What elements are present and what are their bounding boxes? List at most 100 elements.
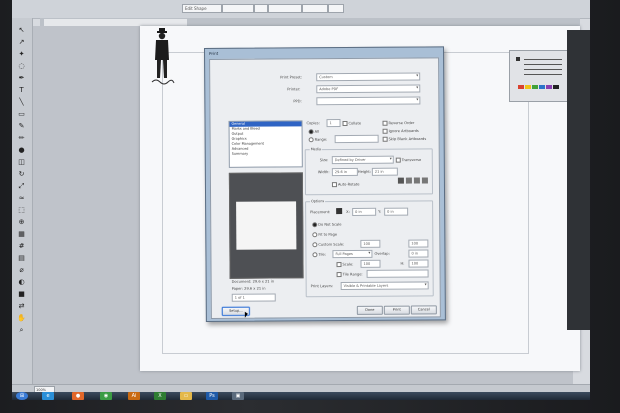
print-preset-select[interactable]: Custom <box>316 72 421 82</box>
tile-scale-input[interactable]: 100 <box>360 259 381 268</box>
options-field-6[interactable] <box>328 4 344 13</box>
file-explorer-icon[interactable]: ▭ <box>180 392 192 400</box>
tile-radio[interactable]: Tile: <box>312 252 326 258</box>
size-select[interactable]: Defined by Driver <box>331 155 394 165</box>
print-button[interactable]: Print <box>383 305 410 315</box>
fit-to-page-radio[interactable]: Fit to Page <box>312 232 337 238</box>
width-input[interactable]: 29.6 in <box>331 167 358 177</box>
dialog-body: Print Preset: Custom Printer: Adobe PDF … <box>209 57 441 319</box>
printer-select[interactable]: Adobe PDF <box>316 84 421 94</box>
do-not-scale-radio[interactable]: Do Not Scale <box>312 222 341 228</box>
taskbar: ⊞ e ● ◉ Ai X ▭ Ps ▣ <box>12 392 590 400</box>
custom-scale-h-input[interactable]: 100 <box>408 239 429 248</box>
blend-tool-icon[interactable]: ◐ <box>17 278 26 286</box>
preview-paper-size: Paper: 29.6 x 21 in <box>231 286 266 291</box>
document-tab[interactable] <box>44 19 187 26</box>
placement-grid-icon[interactable] <box>336 208 343 215</box>
tools-panel: ↖ ↗ ✦ ◌ ✒ T ╲ ▭ ✎ ✏ ● ◫ ↻ ⤢ ≈ ⬚ ⊕ ▦ # ▤ … <box>12 18 33 390</box>
type-tool-icon[interactable]: T <box>17 86 26 94</box>
swap-colors-icon[interactable]: ⇄ <box>17 302 26 310</box>
custom-scale-radio[interactable]: Custom Scale: <box>312 242 344 248</box>
perspective-grid-tool-icon[interactable]: ▦ <box>17 230 26 238</box>
options-field-3[interactable] <box>254 4 268 13</box>
direct-selection-tool-icon[interactable]: ↗ <box>17 38 26 46</box>
cancel-button[interactable]: Cancel <box>410 305 437 315</box>
y-label: Y: <box>378 209 382 214</box>
orientation-portrait-icon[interactable] <box>397 177 404 184</box>
excel-icon[interactable]: X <box>154 392 166 400</box>
mesh-tool-icon[interactable]: # <box>17 242 26 250</box>
chrome-icon[interactable]: ◉ <box>100 392 112 400</box>
hand-tool-icon[interactable]: ✋ <box>17 314 26 322</box>
copies-label: Copies: <box>306 121 320 126</box>
range-input[interactable] <box>334 134 379 144</box>
firefox-icon[interactable]: ● <box>72 392 84 400</box>
swatches-panel[interactable] <box>509 50 571 102</box>
line-tool-icon[interactable]: ╲ <box>17 98 26 106</box>
ppd-select[interactable] <box>316 96 421 106</box>
blob-brush-tool-icon[interactable]: ● <box>17 146 26 154</box>
man-silhouette-artwork[interactable] <box>148 28 176 88</box>
photoshop-icon[interactable]: Ps <box>206 392 218 400</box>
done-button[interactable]: Done <box>356 305 383 315</box>
orientation-landscape-icon[interactable] <box>405 177 412 184</box>
transverse-checkbox[interactable]: Transverse <box>395 157 421 163</box>
orientation-flipped-icon[interactable] <box>413 177 420 184</box>
skip-blank-artboards-checkbox[interactable]: Skip Blank Artboards <box>382 136 427 142</box>
preview-page <box>236 201 297 250</box>
options-bar: Edit Shape <box>12 0 590 19</box>
options-field-5[interactable] <box>302 4 328 13</box>
tile-select[interactable]: Full Pages <box>332 249 373 259</box>
x-label: X: <box>346 209 350 215</box>
range-radio[interactable]: Range: <box>308 137 328 143</box>
tile-scale-checkbox[interactable]: Scale: <box>336 262 353 268</box>
shape-builder-tool-icon[interactable]: ⊕ <box>17 218 26 226</box>
options-field-4[interactable] <box>268 4 302 13</box>
y-input[interactable]: 0 in <box>384 207 409 216</box>
lasso-tool-icon[interactable]: ◌ <box>17 62 26 70</box>
overlap-input[interactable]: 0 in <box>408 249 429 258</box>
fill-stroke-icon[interactable]: ■ <box>17 290 26 298</box>
rectangle-tool-icon[interactable]: ▭ <box>17 110 26 118</box>
selection-tool-icon[interactable]: ↖ <box>17 26 26 34</box>
tile-range-input[interactable] <box>366 269 429 278</box>
zoom-tool-icon[interactable]: ⌕ <box>17 326 26 334</box>
custom-scale-w-input[interactable]: 100 <box>360 239 381 248</box>
x-input[interactable]: 0 in <box>352 207 377 216</box>
print-layers-select[interactable]: Visible & Printable Layers <box>340 281 429 291</box>
paintbrush-tool-icon[interactable]: ✎ <box>17 122 26 130</box>
auto-rotate-checkbox[interactable]: Auto-Rotate <box>331 182 360 188</box>
pencil-tool-icon[interactable]: ✏ <box>17 134 26 142</box>
copies-input[interactable]: 1 <box>326 119 341 128</box>
overlap-label: Overlap: <box>374 251 390 256</box>
page-navigator[interactable]: 1 of 1 <box>231 293 276 302</box>
orientation-rotated-icon[interactable] <box>421 177 428 184</box>
pen-tool-icon[interactable]: ✒ <box>17 74 26 82</box>
eraser-tool-icon[interactable]: ◫ <box>17 158 26 166</box>
free-transform-tool-icon[interactable]: ⬚ <box>17 206 26 214</box>
gradient-tool-icon[interactable]: ▤ <box>17 254 26 262</box>
print-preview[interactable] <box>228 172 304 279</box>
eyedropper-tool-icon[interactable]: ⌀ <box>17 266 26 274</box>
all-radio[interactable]: All <box>308 129 320 135</box>
ie-icon[interactable]: e <box>42 392 54 400</box>
panel-dock[interactable] <box>567 30 590 330</box>
ignore-artboards-checkbox[interactable]: Ignore Artboards <box>382 128 419 134</box>
category-summary[interactable]: Summary <box>230 151 302 157</box>
rotate-tool-icon[interactable]: ↻ <box>17 170 26 178</box>
ppd-label: PPD: <box>293 99 302 104</box>
misc-icon[interactable]: ▣ <box>232 392 244 400</box>
scale-tool-icon[interactable]: ⤢ <box>17 182 26 190</box>
magic-wand-tool-icon[interactable]: ✦ <box>17 50 26 58</box>
warp-tool-icon[interactable]: ≈ <box>17 194 26 202</box>
options-field-1[interactable]: Edit Shape <box>182 4 222 13</box>
height-input[interactable]: 21 in <box>371 167 398 176</box>
tile-h-input[interactable]: 100 <box>408 259 429 268</box>
illustrator-icon[interactable]: Ai <box>128 392 140 400</box>
options-group: Options Placement: X: 0 in Y: 0 in Do No… <box>305 199 434 298</box>
reverse-order-checkbox[interactable]: Reverse Order <box>382 120 415 126</box>
collate-checkbox[interactable]: Collate <box>342 120 362 127</box>
options-field-2[interactable] <box>222 4 254 13</box>
tile-range-checkbox[interactable]: Tile Range: <box>336 272 363 278</box>
start-icon[interactable]: ⊞ <box>16 392 28 400</box>
